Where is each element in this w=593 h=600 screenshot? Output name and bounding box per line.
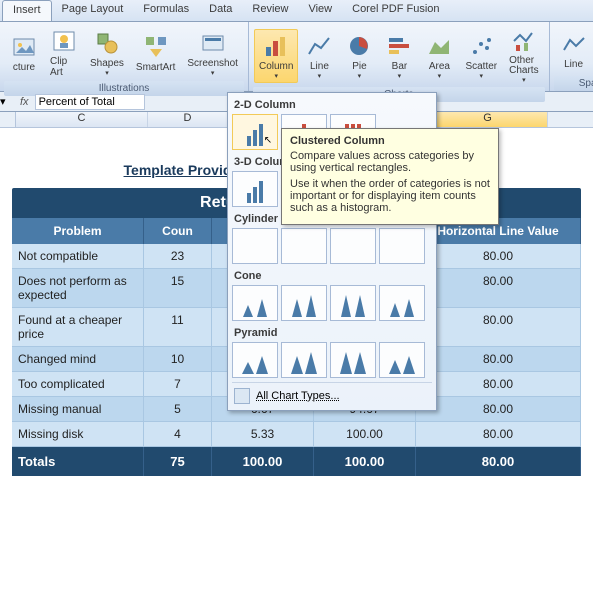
scatter-chart-button[interactable]: Scatter▾ [460, 29, 502, 83]
fx-icon[interactable]: fx [14, 96, 35, 108]
col-header-d[interactable]: D [148, 112, 228, 127]
bar-chart-icon [385, 32, 413, 60]
100pct-cone-option[interactable] [330, 285, 376, 321]
tab-review[interactable]: Review [242, 0, 298, 21]
other-charts-button[interactable]: OtherCharts▾ [504, 24, 543, 87]
sparkline-line-button[interactable]: Line [555, 27, 593, 73]
bar-chart-button[interactable]: Bar▾ [380, 29, 418, 83]
chevron-down-icon: ▾ [480, 72, 484, 80]
line-chart-button[interactable]: Line▾ [300, 29, 338, 83]
th-problem: Problem [12, 218, 144, 244]
clustered-column-tooltip: Clustered Column Compare values across c… [281, 128, 499, 225]
3d-clustered-column-option[interactable] [232, 171, 278, 207]
smartart-button[interactable]: SmartArt [131, 30, 180, 76]
clustered-cylinder-option[interactable] [232, 228, 278, 264]
100pct-pyramid-option[interactable] [330, 342, 376, 378]
table-row[interactable]: Missing disk45.33100.0080.00 [12, 422, 581, 447]
clustered-cone-option[interactable] [232, 285, 278, 321]
3d-cone-option[interactable] [379, 285, 425, 321]
col-header-g[interactable]: G [428, 112, 548, 127]
chevron-down-icon: ▾ [438, 72, 442, 80]
stacked-pyramid-option[interactable] [281, 342, 327, 378]
screenshot-button[interactable]: Screenshot▾ [182, 26, 243, 80]
picture-icon [10, 33, 38, 61]
tab-insert[interactable]: Insert [2, 0, 52, 21]
all-chart-types-button[interactable]: All Chart Types... [232, 382, 432, 406]
smartart-icon [142, 33, 170, 61]
group-label-sparklines: Sparklin [554, 76, 593, 91]
clipart-button[interactable]: Clip Art [45, 24, 83, 81]
clustered-column-option[interactable]: ↖ [232, 114, 278, 150]
select-all-corner[interactable] [0, 112, 16, 127]
shapes-button[interactable]: Shapes▾ [85, 26, 129, 80]
area-chart-icon [425, 32, 453, 60]
picture-button[interactable]: cture [5, 30, 43, 76]
chevron-down-icon: ▾ [398, 72, 402, 80]
all-chart-types-icon [234, 388, 250, 404]
clipart-icon [50, 27, 78, 55]
section-2d-column: 2-D Column [232, 97, 432, 114]
stacked-cylinder-option[interactable] [281, 228, 327, 264]
ribbon-tab-strip: Insert Page Layout Formulas Data Review … [0, 0, 593, 22]
ribbon: cture Clip Art Shapes▾ SmartArt Screensh… [0, 22, 593, 92]
formula-input[interactable]: Percent of Total [35, 94, 145, 110]
chevron-down-icon: ▾ [105, 69, 109, 77]
shapes-icon [93, 29, 121, 57]
3d-cylinder-option[interactable] [379, 228, 425, 264]
tab-view[interactable]: View [298, 0, 342, 21]
line-chart-icon [305, 32, 333, 60]
screenshot-icon [199, 29, 227, 57]
tab-corel-pdf[interactable]: Corel PDF Fusion [342, 0, 449, 21]
tab-page-layout[interactable]: Page Layout [52, 0, 134, 21]
tab-formulas[interactable]: Formulas [133, 0, 199, 21]
3d-pyramid-option[interactable] [379, 342, 425, 378]
table-totals-row: Totals 75 100.00 100.00 80.00 [12, 447, 581, 476]
other-charts-icon [510, 27, 538, 55]
section-cone: Cone [232, 268, 432, 285]
section-pyramid: Pyramid [232, 325, 432, 342]
chevron-down-icon: ▾ [211, 69, 215, 77]
name-box-dropdown[interactable]: ▾ [0, 95, 14, 108]
pie-chart-button[interactable]: Pie▾ [340, 29, 378, 83]
100pct-cylinder-option[interactable] [330, 228, 376, 264]
area-chart-button[interactable]: Area▾ [420, 29, 458, 83]
column-chart-button[interactable]: Column▾ [254, 29, 298, 83]
chevron-down-icon: ▾ [522, 76, 526, 84]
chevron-down-icon: ▾ [274, 72, 278, 80]
scatter-chart-icon [467, 32, 495, 60]
col-header-c[interactable]: C [16, 112, 148, 127]
th-count: Coun [144, 218, 212, 244]
chevron-down-icon: ▾ [318, 72, 322, 80]
stacked-cone-option[interactable] [281, 285, 327, 321]
sparkline-line-icon [560, 30, 588, 58]
chevron-down-icon: ▾ [358, 72, 362, 80]
tab-data[interactable]: Data [199, 0, 242, 21]
pie-chart-icon [345, 32, 373, 60]
column-chart-icon [262, 32, 290, 60]
clustered-pyramid-option[interactable] [232, 342, 278, 378]
